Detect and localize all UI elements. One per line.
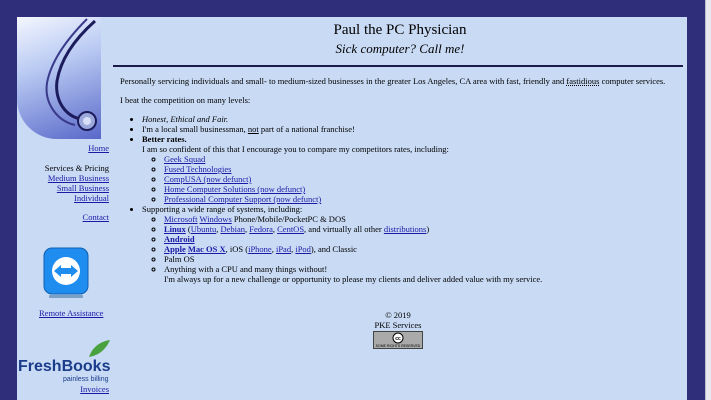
list-item: CompUSA (now defunct)	[164, 174, 680, 184]
fastidious-term: fastidious	[566, 76, 600, 86]
systems-list: Microsoft Windows Phone/Mobile/PocketPC …	[142, 214, 680, 284]
cpu-text: Anything with a CPU and many things with…	[164, 264, 328, 274]
windows-link[interactable]: Windows	[200, 214, 232, 224]
stethoscope-logo	[17, 17, 101, 139]
list-item: Microsoft Windows Phone/Mobile/PocketPC …	[164, 214, 680, 224]
list-item: Apple Mac OS X, iOS (iPhone, iPad, iPod)…	[164, 244, 680, 254]
services-heading: Services & Pricing	[44, 163, 109, 173]
centos-link[interactable]: CentOS	[277, 224, 304, 234]
apple-link[interactable]: Apple	[164, 244, 186, 254]
creative-commons-badge[interactable]: cc SOME RIGHTS RESERVED	[373, 331, 423, 349]
list-item: Android	[164, 234, 680, 244]
remote-assistance-link[interactable]: Remote Assistance	[39, 308, 103, 318]
not-text: not	[247, 124, 259, 134]
list-item: Palm OS	[164, 254, 680, 264]
competitor-link[interactable]: Geek Squad	[164, 154, 205, 164]
copyright: © 2019	[385, 310, 411, 320]
medium-business-link[interactable]: Medium Business	[48, 173, 109, 183]
nav-contact[interactable]: Contact	[9, 212, 109, 222]
rates-title: Better rates.	[142, 134, 187, 144]
page-frame: Home Services & Pricing Medium Business …	[17, 17, 687, 400]
list-item: Linux (Ubuntu, Debian, Fedora, CentOS, a…	[164, 224, 680, 234]
classic-text: ), and Classic	[310, 244, 357, 254]
ipad-link[interactable]: iPad	[276, 244, 291, 254]
list-item: Professional Computer Support (now defun…	[164, 194, 680, 204]
android-link[interactable]: Android	[164, 234, 195, 244]
freshbooks-logo[interactable]: FreshBooks painless billing	[17, 339, 112, 385]
page-title: Paul the PC Physician	[333, 22, 467, 38]
competitor-link[interactable]: CompUSA (now defunct)	[164, 174, 251, 184]
fedora-link[interactable]: Fedora	[249, 224, 273, 234]
ubuntu-link[interactable]: Ubuntu	[191, 224, 217, 234]
competitor-link[interactable]: Fused Technologies	[164, 164, 231, 174]
nav-home[interactable]: Home	[9, 143, 109, 153]
nav-services: Services & Pricing Medium Business Small…	[9, 163, 109, 203]
home-link[interactable]: Home	[88, 143, 109, 153]
list-item: Anything with a CPU and many things with…	[164, 264, 680, 284]
list-item: Fused Technologies	[164, 164, 680, 174]
linux-tail: , and virtually all other	[304, 224, 384, 234]
ios-text: , iOS (	[225, 244, 249, 254]
contact-link[interactable]: Contact	[83, 212, 109, 222]
cc-text: SOME RIGHTS RESERVED	[376, 344, 421, 348]
company-name: PKE Services	[374, 320, 422, 330]
list-item: Honest, Ethical and Fair.	[142, 114, 680, 124]
ipod-link[interactable]: iPod	[295, 244, 311, 254]
freshbooks-tagline: painless billing	[63, 376, 109, 383]
stethoscope-icon	[45, 18, 97, 131]
debian-link[interactable]: Debian	[220, 224, 245, 234]
rates-desc: I am so confident of this that I encoura…	[142, 144, 449, 154]
macos-link[interactable]: Mac OS X	[188, 244, 226, 254]
distributions-link[interactable]: distributions	[384, 224, 427, 234]
footer: © 2019 PKE Services cc SOME RIGHTS RESER…	[113, 310, 683, 350]
header: Paul the PC Physician Sick computer? Cal…	[113, 17, 687, 57]
competitor-link[interactable]: Professional Computer Support (now defun…	[164, 194, 321, 204]
benefits-list: Honest, Ethical and Fair. I'm a local sm…	[120, 114, 680, 284]
iphone-link[interactable]: iPhone	[248, 244, 272, 254]
list-item: Better rates.I am so confident of this t…	[142, 134, 680, 204]
page-subtitle: Sick computer? Call me!	[335, 41, 465, 56]
cpu-text-2: I'm always up for a new challenge or opp…	[164, 274, 543, 284]
systems-title: Supporting a wide range of systems, incl…	[142, 204, 303, 214]
small-business-link[interactable]: Small Business	[57, 183, 109, 193]
header-divider	[113, 65, 683, 67]
linux-link[interactable]: Linux	[164, 224, 186, 234]
list-item: I'm a local small businessman, not part …	[142, 124, 680, 134]
intro-text: Personally servicing individuals and sma…	[120, 76, 567, 86]
teamviewer-icon[interactable]	[43, 247, 89, 299]
beat-paragraph: I beat the competition on many levels:	[120, 95, 251, 105]
local-text-end: part of a national franchise!	[258, 124, 355, 134]
list-item: Home Computer Solutions (now defunct)	[164, 184, 680, 194]
body-text: Personally servicing individuals and sma…	[120, 76, 680, 284]
list-item: Geek Squad	[164, 154, 680, 164]
main-content: Paul the PC Physician Sick computer? Cal…	[113, 17, 687, 400]
microsoft-link[interactable]: Microsoft	[164, 214, 198, 224]
intro-paragraph: Personally servicing individuals and sma…	[120, 76, 680, 86]
individual-link[interactable]: Individual	[74, 193, 109, 203]
list-item: Supporting a wide range of systems, incl…	[142, 204, 680, 284]
honest-text: Honest, Ethical and Fair.	[142, 114, 229, 124]
invoices-link[interactable]: Invoices	[80, 384, 109, 394]
sidebar: Home Services & Pricing Medium Business …	[17, 17, 112, 400]
freshbooks-wordmark: FreshBooks	[18, 358, 111, 375]
svg-text:cc: cc	[395, 336, 401, 342]
palm-text: Palm OS	[164, 254, 195, 264]
intro-text-end: computer services.	[599, 76, 666, 86]
windows-text: Phone/Mobile/PocketPC & DOS	[231, 214, 346, 224]
scrollbar[interactable]	[705, 0, 711, 400]
local-text: I'm a local small businessman,	[142, 124, 248, 134]
competitor-link[interactable]: Home Computer Solutions (now defunct)	[164, 184, 305, 194]
competitors-list: Geek Squad Fused Technologies CompUSA (n…	[142, 154, 680, 204]
